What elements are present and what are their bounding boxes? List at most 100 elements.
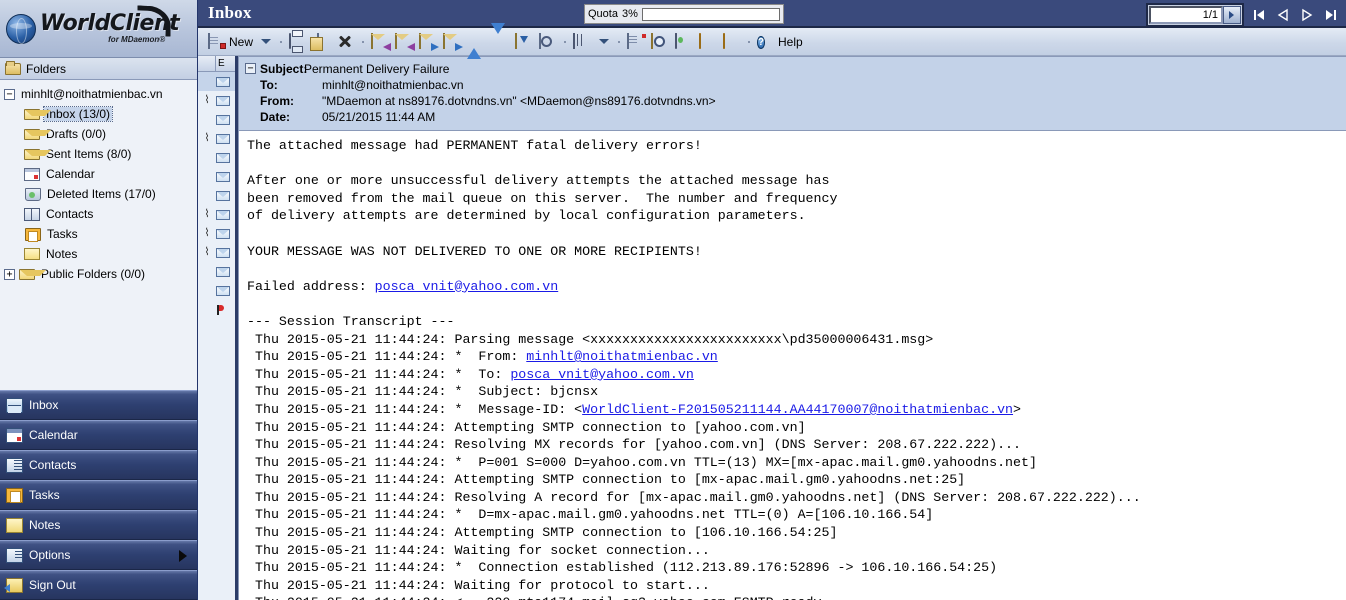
message-list-row[interactable] — [198, 262, 235, 281]
body-text: After one or more unsuccessful delivery … — [247, 173, 838, 224]
message-list-row[interactable] — [198, 167, 235, 186]
sidebar-nav-label: Options — [29, 548, 71, 562]
reply-button[interactable] — [369, 31, 392, 53]
message-list-row[interactable] — [198, 300, 235, 319]
folder-item-calendar[interactable]: Calendar — [2, 164, 197, 184]
columns-dropdown-chevron-down-icon[interactable] — [599, 39, 610, 44]
next-message-button[interactable] — [489, 22, 511, 53]
help-button[interactable]: ? Help — [755, 31, 805, 53]
message-list-row[interactable]: ⌇ — [198, 91, 235, 110]
message-list-row[interactable] — [198, 148, 235, 167]
new-message-button[interactable]: New — [206, 31, 255, 53]
expand-icon[interactable]: + — [4, 268, 15, 280]
inbox-download-icon — [515, 32, 533, 50]
folder-item-label: Public Folders (0/0) — [41, 267, 146, 281]
from-value: "MDaemon at ns89176.dotvndns.vn" <MDaemo… — [322, 94, 716, 108]
go-arrow-icon[interactable] — [1223, 6, 1241, 24]
envelope-icon — [24, 128, 51, 140]
collapse-icon[interactable]: − — [4, 88, 15, 100]
message-to-row: To: minhlt@noithatmienbac.vn — [243, 77, 1340, 93]
folder-item-public[interactable]: + Public Folders (0/0) — [2, 264, 197, 284]
subject-value: Permanent Delivery Failure — [304, 62, 450, 76]
body-text: Failed address: — [247, 278, 375, 294]
trash-icon — [675, 32, 693, 50]
previous-page-icon[interactable] — [1274, 6, 1292, 24]
new-message-icon — [208, 32, 226, 50]
folder-item-tasks[interactable]: Tasks — [2, 224, 197, 244]
page-number-input[interactable]: 1/1 — [1149, 6, 1223, 24]
collapse-header-button[interactable]: − — [245, 63, 256, 74]
redirect-button[interactable] — [441, 31, 464, 53]
email-link[interactable]: minhlt@noithatmienbac.vn — [526, 349, 718, 364]
search-button[interactable] — [537, 31, 559, 53]
sidebar-nav-sign-out[interactable]: Sign Out — [0, 570, 197, 600]
message-list-button[interactable] — [625, 31, 647, 53]
folder-item-label: Tasks — [47, 227, 78, 241]
message-list-row[interactable]: ⌇ — [198, 129, 235, 148]
sidebar-nav-options[interactable]: Options — [0, 540, 197, 570]
envelope-icon — [216, 152, 230, 163]
whitelist-button[interactable] — [721, 31, 743, 53]
folder-item-minhltnoithatmienbacvn[interactable]: − minhlt@noithatmienbac.vn — [2, 84, 197, 104]
message-list-row[interactable] — [198, 281, 235, 300]
message-list-row[interactable] — [198, 186, 235, 205]
body-text: Thu 2015-05-21 11:44:24: * From: — [247, 349, 527, 365]
to-value: minhlt@noithatmienbac.vn — [322, 78, 464, 92]
folder-item-sent[interactable]: Sent Items (8/0) — [2, 144, 197, 164]
message-list-row[interactable]: ⌇ — [198, 205, 235, 224]
message-list-row[interactable]: ⌇ — [198, 224, 235, 243]
folder-item-inbox[interactable]: Inbox (13/0) — [2, 104, 197, 124]
body-text: Thu 2015-05-21 11:44:24: <-- 220 mta1174… — [247, 595, 822, 600]
blacklist-button[interactable] — [697, 31, 719, 53]
move-to-inbox-button[interactable] — [513, 31, 535, 53]
message-list-row[interactable] — [198, 110, 235, 129]
sidebar-nav-contacts[interactable]: Contacts — [0, 450, 197, 480]
down-arrow-icon — [491, 22, 509, 50]
globe-icon — [6, 13, 36, 44]
page-input-group[interactable]: 1/1 — [1146, 3, 1244, 27]
reply-all-button[interactable] — [393, 31, 416, 53]
next-page-icon[interactable] — [1298, 6, 1316, 24]
body-text: Thu 2015-05-21 11:44:24: Waiting for soc… — [247, 542, 710, 558]
paperclip-icon: ⌇ — [204, 246, 210, 258]
empty-trash-button[interactable] — [673, 31, 695, 53]
sidebar-nav-tasks[interactable]: Tasks — [0, 480, 197, 510]
envelope-icon — [216, 76, 230, 87]
sidebar-nav-inbox[interactable]: Inbox — [0, 390, 197, 420]
message-list-row[interactable]: ⌇ — [198, 243, 235, 262]
subject-key: Subject: — [260, 62, 308, 76]
sidebar-nav-calendar[interactable]: Calendar — [0, 420, 197, 450]
folder-item-drafts[interactable]: Drafts (0/0) — [2, 124, 197, 144]
copy-move-button[interactable] — [311, 31, 333, 53]
forward-button[interactable] — [417, 31, 440, 53]
brand-tagline: for MDaemon® — [108, 35, 166, 44]
search-folder-button[interactable] — [649, 31, 671, 53]
contacts-icon — [24, 207, 40, 221]
calendar-icon — [24, 167, 40, 181]
first-page-icon[interactable] — [1250, 6, 1268, 24]
body-text: The attached message had PERMANENT fatal… — [247, 138, 702, 153]
separator-dot — [564, 40, 567, 43]
folder-item-label: Drafts (0/0) — [46, 127, 107, 141]
folder-item-contacts[interactable]: Contacts — [2, 204, 197, 224]
previous-message-button[interactable] — [465, 31, 487, 59]
columns-button[interactable] — [571, 31, 593, 53]
folders-header-label: Folders — [26, 61, 67, 76]
last-page-icon[interactable] — [1322, 6, 1340, 24]
envelope-icon — [216, 114, 230, 125]
sidebar-nav-notes[interactable]: Notes — [0, 510, 197, 540]
folder-item-notes[interactable]: Notes — [2, 244, 197, 264]
email-link[interactable]: posca_vnit@yahoo.com.vn — [375, 279, 559, 294]
toolbar: New ? Help — [198, 22, 1346, 59]
sidebar-nav-label: Calendar — [29, 428, 78, 442]
quota-indicator: Quota 3% — [584, 4, 784, 24]
message-list-row[interactable] — [198, 72, 235, 91]
delete-button[interactable] — [335, 31, 357, 53]
email-link[interactable]: WorldClient-F201505211144.AA44170007@noi… — [582, 402, 1013, 417]
print-button[interactable] — [287, 31, 309, 53]
folder-item-deleted[interactable]: Deleted Items (17/0) — [2, 184, 197, 204]
new-dropdown-chevron-down-icon[interactable] — [261, 39, 272, 44]
folder-item-label: Calendar — [46, 167, 95, 181]
email-link[interactable]: posca_vnit@yahoo.com.vn — [510, 367, 694, 382]
envelope-icon — [216, 190, 230, 201]
